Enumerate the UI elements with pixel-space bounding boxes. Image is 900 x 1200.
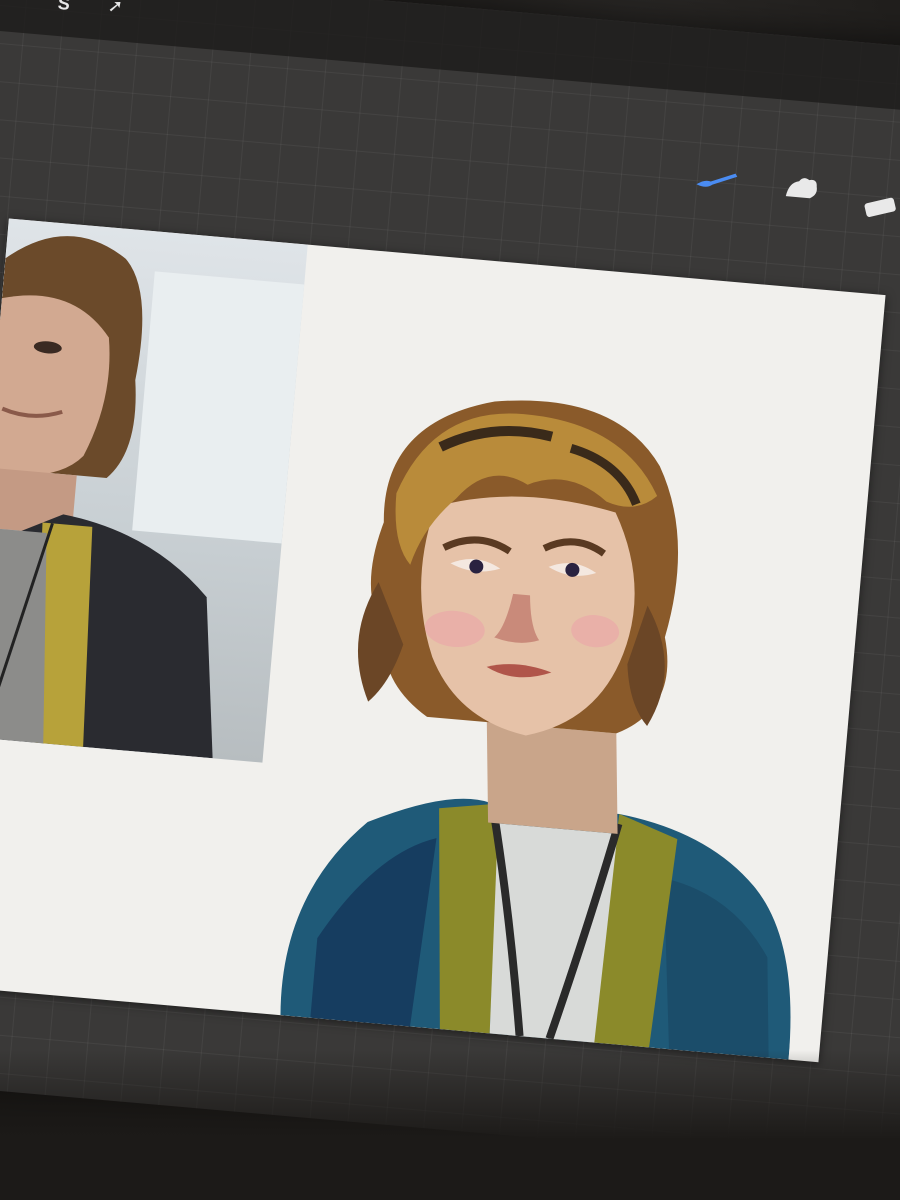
desk-edge	[0, 1050, 900, 1200]
selection-icon[interactable]: S	[57, 0, 71, 14]
eraser-icon[interactable]	[860, 193, 900, 225]
drawing-app-window: S ➚	[0, 0, 900, 1175]
brush-icon[interactable]	[694, 166, 742, 195]
reference-photo	[0, 218, 308, 763]
smudge-icon[interactable]	[781, 172, 822, 208]
transform-arrow-icon[interactable]: ➚	[107, 0, 124, 17]
drawing-canvas[interactable]	[0, 218, 886, 1063]
painted-portrait	[271, 377, 845, 1060]
